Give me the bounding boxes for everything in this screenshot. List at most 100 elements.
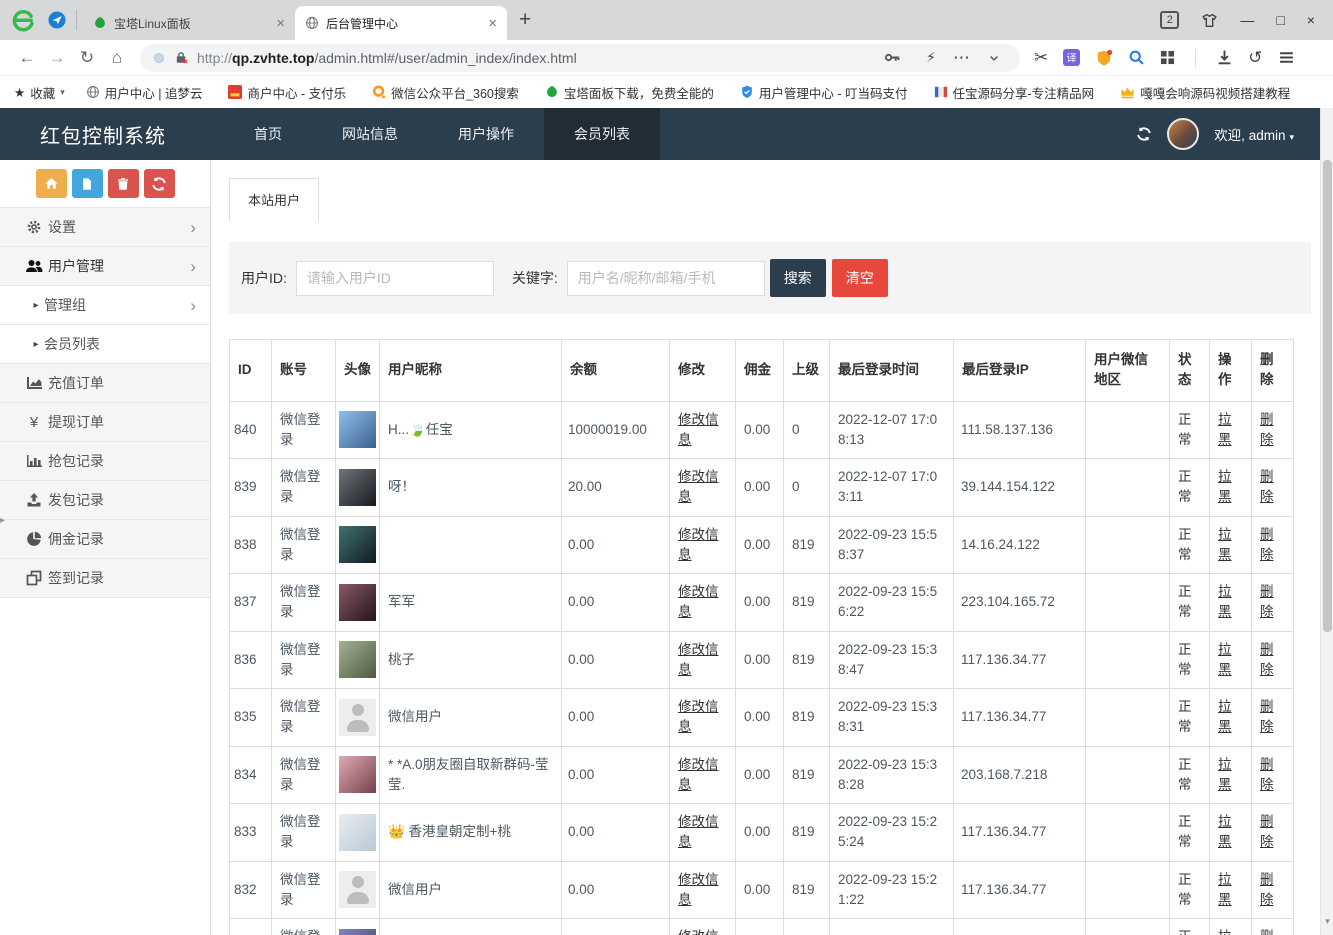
url-text[interactable]: http://qp.zvhte.top/admin.html#/user/adm… — [197, 50, 577, 66]
sidebar-quick-button[interactable] — [144, 169, 175, 198]
blacklist-link[interactable]: 拉黑 — [1218, 412, 1232, 447]
modify-info-link[interactable]: 修改信息 — [678, 642, 719, 677]
browser-logo-icon[interactable] — [10, 7, 36, 33]
blacklist-link[interactable]: 拉黑 — [1218, 814, 1232, 849]
bookmark-item[interactable]: 用户中心 | 追梦云 — [86, 83, 208, 102]
sidebar-item[interactable]: ▸ 会员列表 — [0, 325, 210, 364]
panel-handle-icon[interactable]: ▸ — [0, 515, 5, 526]
bookmark-item[interactable]: 任宝源码分享-专注精品网 — [934, 83, 1100, 102]
theme-skin-icon[interactable] — [1201, 12, 1218, 29]
undo-icon[interactable]: ↺ — [1248, 48, 1262, 68]
insecure-lock-icon[interactable] — [174, 50, 189, 65]
bookmark-item[interactable]: 微信公众平台_360搜索 — [372, 83, 524, 102]
sidebar-item[interactable]: 抢包记录 — [0, 442, 210, 481]
welcome-text[interactable]: 欢迎, admin▾ — [1214, 124, 1294, 144]
delete-link[interactable]: 删除 — [1260, 757, 1274, 792]
modify-info-link[interactable]: 修改信息 — [678, 469, 719, 504]
modify-info-link[interactable]: 修改信息 — [678, 814, 719, 849]
status-link[interactable]: 正常 — [1178, 527, 1192, 562]
sidebar-item[interactable]: 用户管理 › — [0, 247, 210, 286]
password-key-icon[interactable] — [884, 49, 901, 66]
bookmark-item[interactable]: ★ 收藏 ▾ — [14, 83, 65, 102]
blacklist-link[interactable]: 拉黑 — [1218, 469, 1232, 504]
tab-local-users[interactable]: 本站用户 — [229, 178, 319, 221]
tab-count-badge[interactable]: 2 — [1160, 11, 1179, 29]
status-link[interactable]: 正常 — [1178, 469, 1192, 504]
nav-menu-item[interactable]: 首页 — [224, 108, 312, 160]
home-button[interactable]: ⌂ — [102, 48, 132, 68]
download-icon[interactable] — [1216, 49, 1233, 66]
sidebar-item[interactable]: ¥ 提现订单 — [0, 403, 210, 442]
sidebar-quick-button[interactable] — [72, 169, 103, 198]
bookmark-item[interactable]: 用户管理中心 - 叮当码支付 — [740, 83, 913, 102]
delete-link[interactable]: 删除 — [1260, 642, 1274, 677]
close-window-button[interactable]: × — [1307, 12, 1315, 28]
status-link[interactable]: 正常 — [1178, 412, 1192, 447]
sidebar-item[interactable]: 充值订单 — [0, 364, 210, 403]
modify-info-link[interactable]: 修改信息 — [678, 699, 719, 734]
chevron-down-icon[interactable] — [988, 52, 1000, 64]
tab-close-icon[interactable]: × — [488, 15, 497, 32]
lightning-icon[interactable]: ⚡ — [926, 49, 936, 66]
status-link[interactable]: 正常 — [1178, 699, 1192, 734]
reload-button[interactable]: ↻ — [72, 48, 102, 68]
bookmark-item[interactable]: 商户中心 - 支付乐 — [228, 83, 351, 102]
sidebar-item[interactable]: 签到记录 — [0, 559, 210, 598]
blacklist-link[interactable]: 拉黑 — [1218, 584, 1232, 619]
delete-link[interactable]: 删除 — [1260, 584, 1274, 619]
blacklist-link[interactable]: 拉黑 — [1218, 929, 1232, 935]
delete-link[interactable]: 删除 — [1260, 469, 1274, 504]
sidebar-quick-button[interactable] — [108, 169, 139, 198]
status-link[interactable]: 正常 — [1178, 929, 1192, 935]
search-icon[interactable] — [1128, 49, 1145, 66]
search-button[interactable]: 搜索 — [770, 259, 826, 297]
delete-link[interactable]: 删除 — [1260, 527, 1274, 562]
blacklist-link[interactable]: 拉黑 — [1218, 699, 1232, 734]
bookmark-item[interactable]: 宝塔面板下载，免费全能的 — [545, 83, 719, 102]
delete-link[interactable]: 删除 — [1260, 929, 1274, 935]
sidebar-item[interactable]: 发包记录 — [0, 481, 210, 520]
modify-info-link[interactable]: 修改信息 — [678, 757, 719, 792]
status-link[interactable]: 正常 — [1178, 872, 1192, 907]
blacklist-link[interactable]: 拉黑 — [1218, 527, 1232, 562]
shield-extension-icon[interactable] — [1095, 49, 1113, 67]
translate-icon[interactable]: 译 — [1063, 49, 1080, 66]
bookmark-item[interactable]: 嘎嘎会响源码视频搭建教程 — [1120, 83, 1295, 102]
nav-menu-item[interactable]: 网站信息 — [312, 108, 428, 160]
modify-info-link[interactable]: 修改信息 — [678, 929, 719, 935]
site-info-icon[interactable] — [152, 51, 166, 65]
modify-info-link[interactable]: 修改信息 — [678, 412, 719, 447]
nav-menu-item[interactable]: 用户操作 — [428, 108, 544, 160]
sidebar-item[interactable]: 设置 › — [0, 208, 210, 247]
new-tab-button[interactable]: + — [519, 8, 531, 32]
back-button[interactable]: ← — [12, 48, 42, 68]
page-scrollbar[interactable]: ▾ — [1320, 108, 1333, 935]
blacklist-link[interactable]: 拉黑 — [1218, 642, 1232, 677]
modify-info-link[interactable]: 修改信息 — [678, 527, 719, 562]
blacklist-link[interactable]: 拉黑 — [1218, 872, 1232, 907]
delete-link[interactable]: 删除 — [1260, 412, 1274, 447]
browser-tab-admin[interactable]: 后台管理中心 × — [295, 6, 507, 40]
menu-hamburger-icon[interactable] — [1278, 49, 1295, 66]
status-link[interactable]: 正常 — [1178, 814, 1192, 849]
browser-tab-baota[interactable]: 宝塔Linux面板 × — [83, 6, 295, 40]
clear-button[interactable]: 清空 — [832, 259, 888, 297]
modify-info-link[interactable]: 修改信息 — [678, 872, 719, 907]
refresh-icon[interactable] — [1136, 126, 1152, 142]
modify-info-link[interactable]: 修改信息 — [678, 584, 719, 619]
keyword-input[interactable] — [567, 261, 765, 296]
scrollbar-thumb[interactable] — [1323, 160, 1332, 632]
tab-close-icon[interactable]: × — [276, 15, 285, 32]
delete-link[interactable]: 删除 — [1260, 872, 1274, 907]
admin-avatar[interactable] — [1167, 118, 1199, 150]
user-id-input[interactable] — [296, 261, 494, 296]
apps-grid-icon[interactable] — [1160, 50, 1175, 65]
delete-link[interactable]: 删除 — [1260, 699, 1274, 734]
sidebar-quick-button[interactable] — [36, 169, 67, 198]
scrollbar-down-arrow[interactable]: ▾ — [1321, 916, 1333, 927]
screenshot-scissors-icon[interactable]: ✂ — [1034, 48, 1048, 68]
status-link[interactable]: 正常 — [1178, 757, 1192, 792]
status-link[interactable]: 正常 — [1178, 642, 1192, 677]
more-dots-icon[interactable]: ⋯ — [953, 48, 971, 68]
maximize-button[interactable]: □ — [1276, 12, 1284, 28]
